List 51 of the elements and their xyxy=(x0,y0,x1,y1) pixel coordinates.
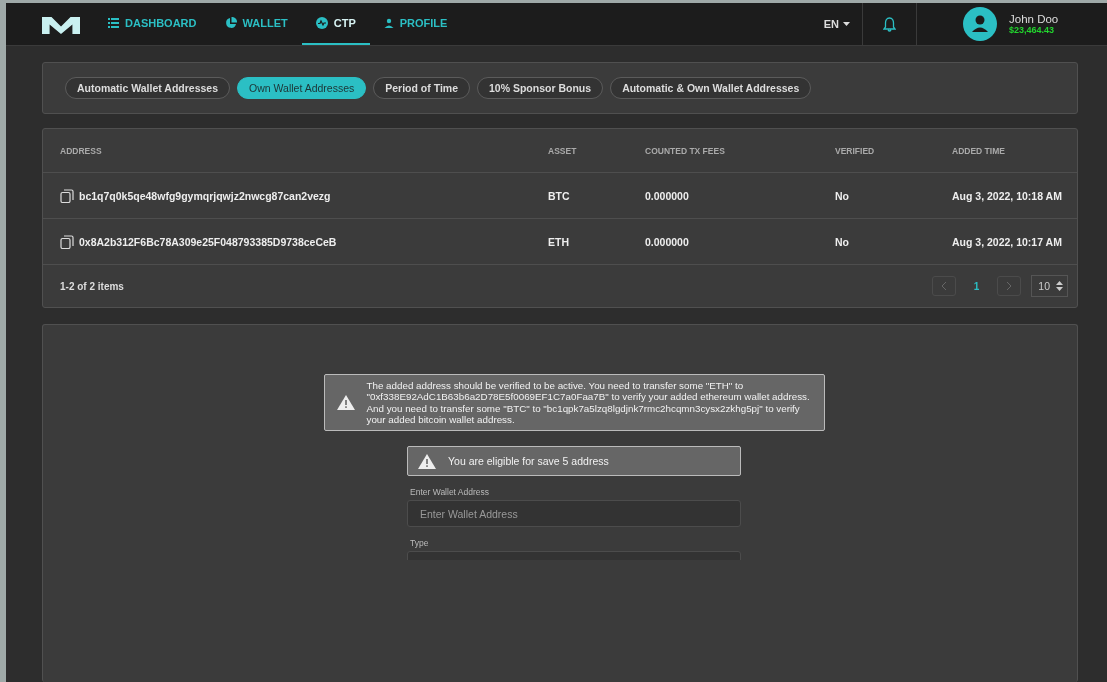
filter-chip[interactable]: Own Wallet Addresses xyxy=(237,77,367,99)
wallet-address: bc1q7q0k5qe48wfg9gymqrjqwjz2nwcg87can2vezg xyxy=(79,189,331,202)
alert-text: The added address should be verified to be active. You need to transfer some "ETH" to "0xf338E92AdC1B63b6a2D78E5f0069EF1C7a0Faa7B" to verify your added ethereum wallet address. And you need to transfer some "BTC" to "bc1qpk7a5lzq8lgdjnk7rmc2hcqmn3cysx2zkhg5pj" to verify your added bitcoin wallet address. xyxy=(366,380,811,426)
page-size-spinner[interactable]: 10 xyxy=(1031,275,1068,297)
spinner-arrows-icon xyxy=(1056,280,1063,292)
avatar-icon[interactable] xyxy=(963,7,997,41)
copy-icon[interactable] xyxy=(60,234,74,249)
filter-chip[interactable]: Automatic Wallet Addresses xyxy=(65,77,230,99)
pulse-icon xyxy=(315,17,328,29)
column-header: ASSET xyxy=(548,145,578,156)
table-cell-text: Aug 3, 2022, 10:17 AM xyxy=(952,235,1063,248)
table-cell-text: 0.000000 xyxy=(645,189,690,202)
notification-button[interactable] xyxy=(862,3,917,45)
pie-chart-icon xyxy=(224,17,237,29)
field-label: Type xyxy=(410,538,430,549)
filter-chip[interactable]: Automatic & Own Wallet Addresses xyxy=(610,77,812,99)
user-balance: $23,464.43 xyxy=(1009,25,1056,35)
table-cell-text: ETH xyxy=(548,235,570,248)
nav-tab[interactable]: WALLET xyxy=(210,3,302,45)
wallet-address: 0x8A2b312F6Bc78A309e25F048793385D9738ceCeB xyxy=(79,235,337,248)
copy-icon[interactable] xyxy=(60,188,74,203)
chevron-left-icon xyxy=(940,281,947,291)
filter-chip[interactable]: 10% Sponsor Bonus xyxy=(477,77,604,99)
wallet-address-field[interactable]: Enter Wallet Address xyxy=(407,500,741,528)
items-summary: 1-2 of 2 items xyxy=(60,280,124,292)
table-cell-text: Aug 3, 2022, 10:18 AM xyxy=(952,189,1063,202)
user-name: John Doo xyxy=(1009,13,1059,25)
table-cell-text: No xyxy=(835,235,850,248)
table-cell-text: 0.000000 xyxy=(645,235,690,248)
nav-tab[interactable]: CTP xyxy=(301,3,370,45)
list-icon xyxy=(108,18,119,28)
page-number[interactable]: 1 xyxy=(965,280,988,292)
field-label: Enter Wallet Address xyxy=(410,487,491,498)
nav-tab[interactable]: DASHBOARD xyxy=(94,3,211,45)
bell-icon xyxy=(883,16,896,32)
warning-icon xyxy=(418,453,436,469)
nav-tab[interactable]: PROFILE xyxy=(369,3,462,45)
logo-icon xyxy=(42,14,80,34)
column-header: ADDED TIME xyxy=(952,145,1006,156)
language-dropdown[interactable]: EN xyxy=(811,3,862,45)
person-icon xyxy=(383,18,394,28)
chevron-right-icon xyxy=(1006,281,1013,291)
column-header: ADDRESS xyxy=(60,145,103,156)
table-cell-text: No xyxy=(835,189,850,202)
column-header: COUNTED TX FEES xyxy=(645,145,726,156)
warning-icon xyxy=(336,395,355,411)
caret-icon xyxy=(843,22,850,26)
column-header: VERIFIED xyxy=(835,145,876,156)
table-cell-text: BTC xyxy=(548,189,571,202)
alert-text: You are eligible for save 5 address xyxy=(448,455,609,468)
filter-chip[interactable]: Period of Time xyxy=(373,77,470,99)
